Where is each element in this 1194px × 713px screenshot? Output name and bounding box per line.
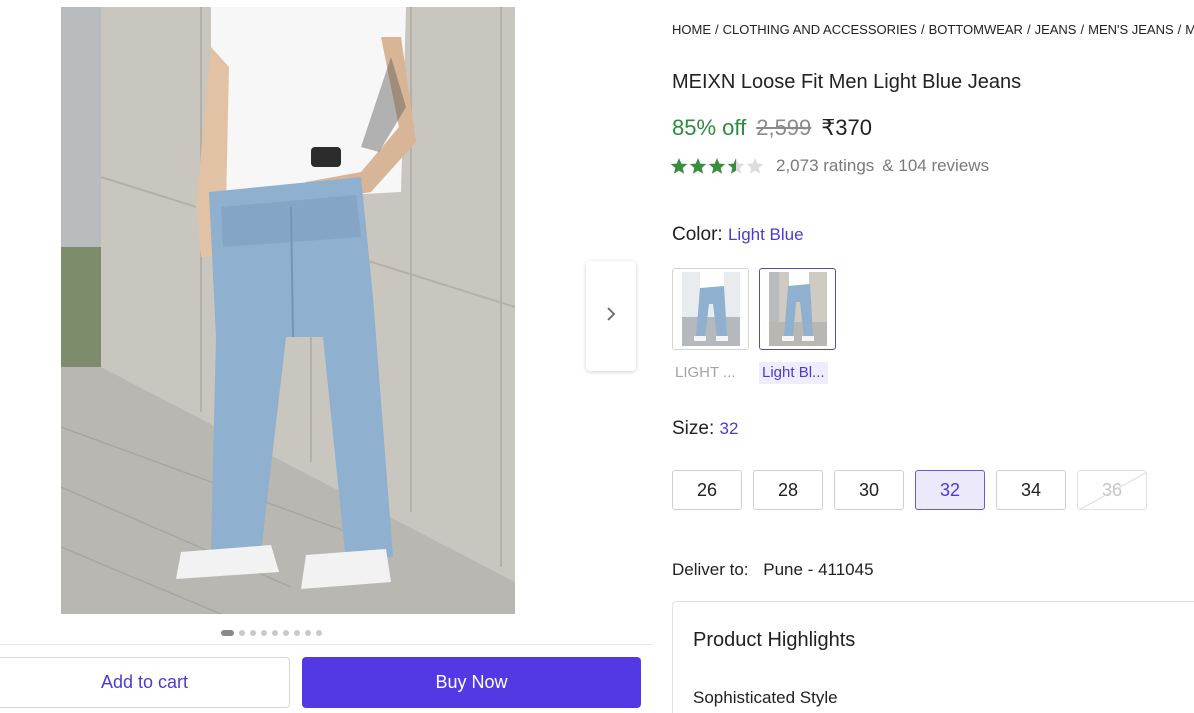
breadcrumb-item-clothing[interactable]: CLOTHING AND ACCESSORIES bbox=[723, 22, 917, 37]
chevron-right-icon bbox=[605, 306, 617, 327]
gallery-dot[interactable] bbox=[272, 630, 278, 636]
product-title: MEIXN Loose Fit Men Light Blue Jeans bbox=[672, 71, 1022, 93]
size-label: Size: bbox=[672, 418, 715, 439]
color-label: Color: bbox=[672, 224, 723, 245]
color-option-label: LIGHT ... bbox=[675, 364, 736, 381]
gallery-dot[interactable] bbox=[294, 630, 300, 636]
breadcrumb-item-jeans[interactable]: JEANS bbox=[1035, 22, 1077, 37]
swatch-thumbnail bbox=[681, 272, 740, 346]
product-photo-illustration bbox=[61, 7, 515, 614]
color-swatch[interactable] bbox=[672, 268, 749, 350]
product-main-image[interactable] bbox=[61, 7, 515, 614]
breadcrumb: HOME / CLOTHING AND ACCESSORIES / BOTTOMWEAR… bbox=[672, 22, 1194, 37]
breadcrumb-item-mens-jeans[interactable]: MEN'S JEANS bbox=[1088, 22, 1174, 37]
star-rating bbox=[670, 156, 766, 176]
selected-size: 32 bbox=[719, 419, 739, 438]
breadcrumb-separator: / bbox=[920, 22, 925, 37]
rating-summary[interactable]: 2,073 ratings & 104 reviews bbox=[670, 156, 989, 176]
selling-price: ₹370 bbox=[821, 115, 872, 140]
deliver-to-label: Deliver to: bbox=[672, 560, 749, 579]
breadcrumb-separator: / bbox=[1026, 22, 1031, 37]
size-option-36-unavailable: 36 bbox=[1077, 470, 1147, 510]
star-half-icon bbox=[727, 158, 745, 174]
breadcrumb-item-home[interactable]: HOME bbox=[672, 22, 711, 37]
star-empty-icon bbox=[746, 158, 764, 174]
star-icon bbox=[708, 158, 726, 174]
star-icon bbox=[670, 158, 688, 174]
highlight-item: Sophisticated Style bbox=[693, 688, 838, 707]
gallery-dot[interactable] bbox=[283, 630, 289, 636]
breadcrumb-separator: / bbox=[1177, 22, 1182, 37]
size-option-34[interactable]: 34 bbox=[996, 470, 1066, 510]
gallery-dot[interactable] bbox=[316, 630, 322, 636]
add-to-cart-button[interactable]: Add to cart bbox=[0, 657, 290, 708]
gallery-pagination bbox=[221, 629, 322, 637]
price-row: 85% off 2,599 ₹370 bbox=[672, 115, 872, 141]
star-icon bbox=[689, 158, 707, 174]
gallery-dot[interactable] bbox=[305, 630, 311, 636]
gallery-dot[interactable] bbox=[239, 630, 245, 636]
action-bar: Add to cart Buy Now bbox=[0, 644, 652, 713]
gallery-dot[interactable] bbox=[261, 630, 267, 636]
breadcrumb-separator: / bbox=[715, 22, 719, 37]
delivery-info[interactable]: Deliver to: Pune - 411045 bbox=[672, 560, 874, 580]
breadcrumb-separator: / bbox=[1080, 22, 1085, 37]
selected-color: Light Blue bbox=[727, 225, 804, 244]
product-highlights: Product Highlights Sophisticated Style bbox=[672, 601, 1194, 713]
size-option-26[interactable]: 26 bbox=[672, 470, 742, 510]
unavailable-strike bbox=[1078, 471, 1146, 509]
gallery-dot[interactable] bbox=[221, 630, 234, 636]
gallery-next-button[interactable] bbox=[586, 261, 636, 371]
swatch-thumbnail bbox=[768, 272, 827, 346]
breadcrumb-item-brand[interactable]: MEIXN bbox=[1185, 22, 1194, 37]
reviews-count: & 104 reviews bbox=[882, 156, 990, 175]
breadcrumb-item-bottomwear[interactable]: BOTTOMWEAR bbox=[929, 22, 1023, 37]
color-swatch-selected[interactable] bbox=[759, 268, 836, 350]
size-heading: Size: 32 bbox=[672, 418, 738, 440]
original-price: 2,599 bbox=[756, 115, 812, 140]
highlights-title: Product Highlights bbox=[693, 629, 856, 651]
gallery-dot[interactable] bbox=[250, 630, 256, 636]
buy-now-button[interactable]: Buy Now bbox=[302, 657, 641, 708]
discount-percent: 85% off bbox=[672, 115, 747, 140]
delivery-location: Pune - 411045 bbox=[763, 560, 874, 579]
color-option-label-selected: Light Bl... bbox=[759, 362, 828, 384]
size-option-28[interactable]: 28 bbox=[753, 470, 823, 510]
ratings-count: 2,073 ratings bbox=[776, 156, 875, 175]
color-heading: Color: Light Blue bbox=[672, 224, 804, 246]
size-option-32[interactable]: 32 bbox=[915, 470, 985, 510]
size-option-30[interactable]: 30 bbox=[834, 470, 904, 510]
